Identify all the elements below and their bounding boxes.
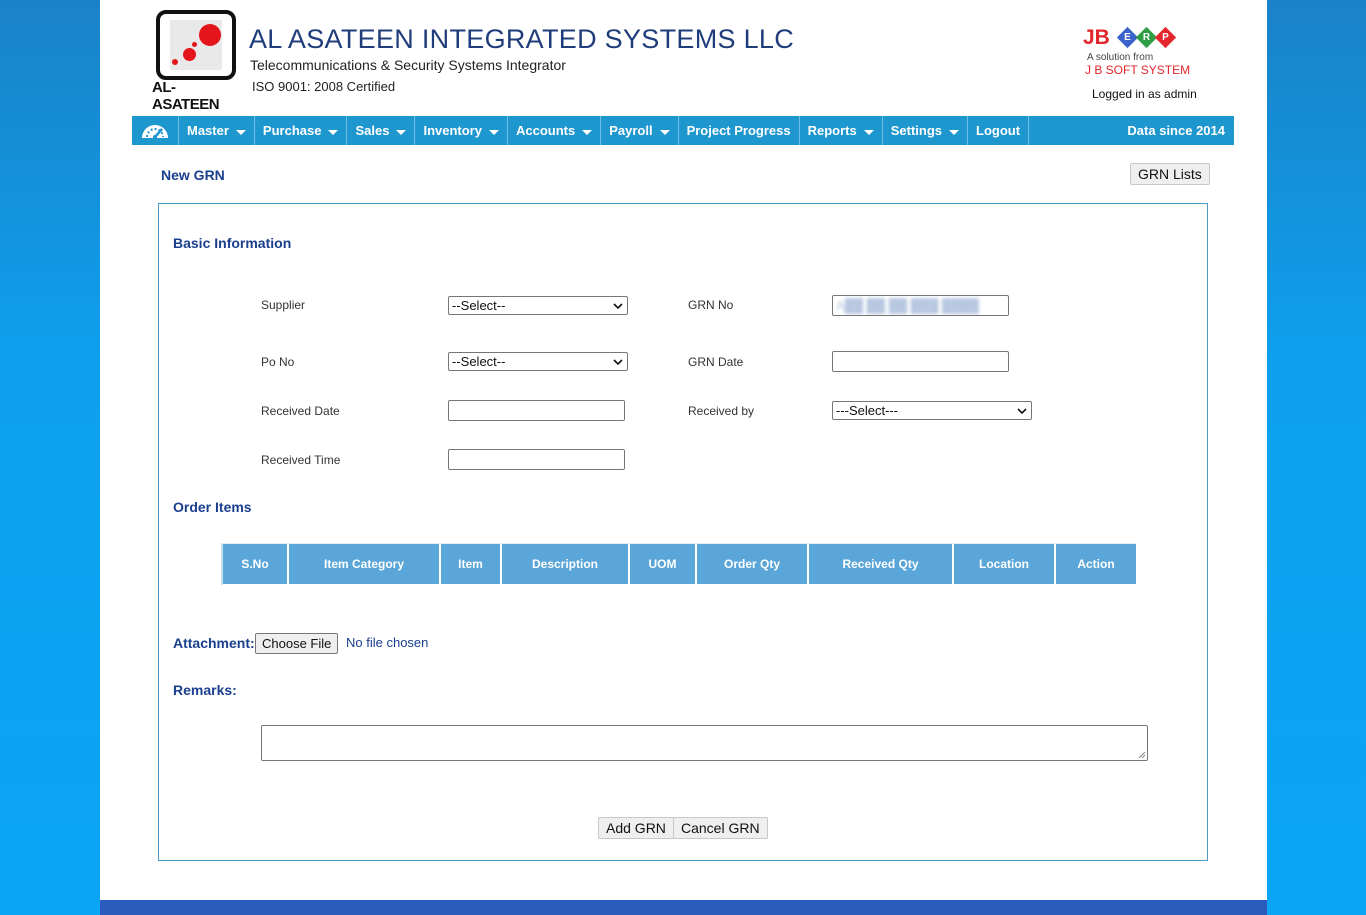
page-title: New GRN	[161, 167, 225, 183]
grn-no-input[interactable]: A██ ██ ██ ███ ████	[832, 295, 1009, 316]
grn-form: Basic Information Supplier --Select-- GR…	[158, 203, 1208, 861]
logo-wordmark: AL-ASATEEN	[152, 79, 220, 113]
logo-graphic	[170, 20, 222, 70]
basic-info-heading: Basic Information	[173, 235, 292, 251]
chevron-down-icon	[863, 129, 874, 135]
nav-accounts[interactable]: Accounts	[508, 116, 602, 145]
choose-file-button[interactable]: Choose File	[255, 633, 339, 654]
column-header-sno: S.No	[223, 544, 287, 584]
chevron-down-icon	[488, 129, 499, 135]
received-date-input[interactable]	[448, 400, 625, 421]
nav-settings[interactable]: Settings	[883, 116, 969, 145]
nav-logout[interactable]: Logout	[968, 116, 1030, 145]
nav-inventory[interactable]: Inventory	[415, 116, 508, 145]
chevron-down-icon	[1017, 408, 1027, 415]
column-header-item-category: Item Category	[289, 544, 439, 584]
file-status: No file chosen	[346, 635, 429, 650]
chevron-down-icon	[328, 129, 339, 135]
order-items-table-header: S.No Item Category Item Description UOM …	[221, 543, 1136, 585]
chevron-down-icon	[582, 129, 593, 135]
grn-lists-button[interactable]: GRN Lists	[1130, 163, 1210, 185]
grn-no-label: GRN No	[688, 298, 734, 312]
company-tagline: Telecommunications & Security Systems In…	[250, 57, 566, 73]
grn-date-label: GRN Date	[688, 355, 744, 369]
chevron-down-icon	[235, 129, 246, 135]
jb-text: JB	[1083, 26, 1110, 49]
jb-erp-logo: JB E R P A solution from J B SOFT SYSTEM	[1083, 26, 1203, 81]
logged-in-status: Logged in as admin	[1092, 87, 1197, 101]
po-no-label: Po No	[261, 355, 295, 369]
column-header-location: Location	[954, 544, 1054, 584]
column-header-description: Description	[502, 544, 628, 584]
erp-vendor: J B SOFT SYSTEM	[1085, 63, 1191, 77]
received-by-select[interactable]: ---Select---	[832, 401, 1032, 420]
main-nav: Master Purchase Sales Inventory Accounts…	[132, 116, 1234, 145]
resize-handle-icon[interactable]	[1137, 750, 1146, 759]
po-no-select[interactable]: --Select--	[448, 352, 628, 371]
chevron-down-icon	[396, 129, 407, 135]
nav-sales[interactable]: Sales	[347, 116, 416, 145]
chevron-down-icon	[613, 303, 623, 310]
cancel-grn-button[interactable]: Cancel GRN	[673, 817, 768, 839]
chevron-down-icon	[659, 129, 670, 135]
nav-master[interactable]: Master	[179, 116, 255, 145]
dashboard-icon[interactable]	[132, 116, 179, 145]
page-container: AL-ASATEEN AL ASATEEN INTEGRATED SYSTEMS…	[100, 0, 1267, 915]
remarks-label: Remarks:	[173, 682, 237, 698]
nav-project-progress[interactable]: Project Progress	[679, 116, 800, 145]
received-by-label: Received by	[688, 404, 755, 418]
supplier-select[interactable]: --Select--	[448, 296, 628, 315]
chevron-down-icon	[613, 359, 623, 366]
certification-text: ISO 9001: 2008 Certified	[252, 79, 396, 94]
supplier-label: Supplier	[261, 298, 306, 312]
data-since-label: Data since 2014	[1127, 123, 1225, 138]
remarks-textarea[interactable]	[261, 725, 1148, 761]
order-items-heading: Order Items	[173, 499, 252, 515]
column-header-action: Action	[1056, 544, 1136, 584]
nav-purchase[interactable]: Purchase	[255, 116, 348, 145]
footer-bar	[100, 900, 1267, 915]
attachment-label: Attachment:	[173, 635, 255, 651]
column-header-received-qty: Received Qty	[809, 544, 952, 584]
nav-payroll[interactable]: Payroll	[601, 116, 679, 145]
erp-tagline: A solution from	[1087, 52, 1154, 63]
company-name: AL ASATEEN INTEGRATED SYSTEMS LLC	[249, 24, 795, 54]
column-header-uom: UOM	[630, 544, 695, 584]
nav-reports[interactable]: Reports	[800, 116, 883, 145]
erp-letter-p: P	[1154, 26, 1177, 49]
company-logo	[156, 10, 236, 80]
column-header-item: Item	[441, 544, 500, 584]
received-time-input[interactable]	[448, 449, 625, 470]
received-date-label: Received Date	[261, 404, 340, 418]
column-header-order-qty: Order Qty	[697, 544, 807, 584]
grn-date-input[interactable]	[832, 351, 1009, 372]
received-time-label: Received Time	[261, 453, 341, 467]
add-grn-button[interactable]: Add GRN	[598, 817, 674, 839]
chevron-down-icon	[949, 129, 960, 135]
